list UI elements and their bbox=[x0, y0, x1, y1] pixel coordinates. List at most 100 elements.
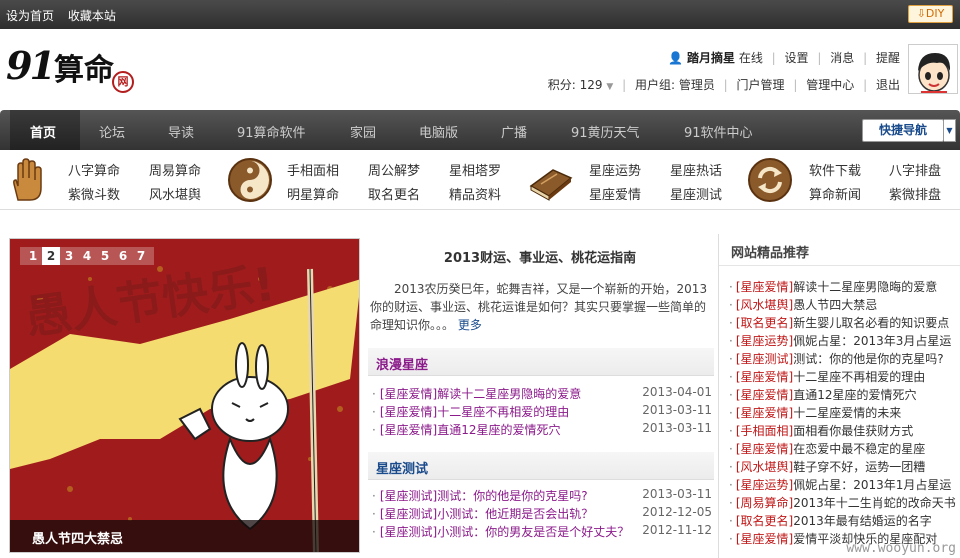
headline-title[interactable]: 2013财运、事业运、桃花运指南 bbox=[364, 247, 716, 266]
settings-link[interactable]: 设置 bbox=[785, 51, 809, 65]
list-item[interactable]: · [星座测试]小测试：你的男友是否是个好丈夫？ 2012-11-12 bbox=[372, 523, 712, 539]
recommend-text[interactable]: 佩妮占星：2013年1月占星运 bbox=[793, 478, 951, 492]
nav-pc-version[interactable]: 电脑版 bbox=[419, 122, 458, 141]
bookmark-link[interactable]: 收藏本站 bbox=[68, 9, 116, 23]
cat-star-love[interactable]: 星座爱情 bbox=[589, 184, 641, 203]
recommend-item[interactable]: · [星座爱情]十二星座爱情的未来 bbox=[729, 404, 960, 420]
cat-ziwei[interactable]: 紫微斗数 bbox=[68, 184, 120, 203]
slide-dot-3[interactable]: 3 bbox=[60, 247, 78, 265]
recommend-item[interactable]: · [星座爱情]直通12星座的爱情死穴 bbox=[729, 386, 960, 402]
slideshow[interactable]: 愚人节快乐! 1234567 愚人节四大禁忌 bbox=[9, 238, 360, 553]
recommend-item[interactable]: · [星座爱情]十二星座不再相爱的理由 bbox=[729, 368, 960, 384]
list-item[interactable]: · [星座爱情]直通12星座的爱情死穴 2013-03-11 bbox=[372, 421, 712, 437]
logout-link[interactable]: 退出 bbox=[876, 78, 900, 92]
recommend-text[interactable]: 2013年最有结婚运的名字 bbox=[793, 514, 932, 528]
slide-dot-2[interactable]: 2 bbox=[42, 247, 60, 265]
recommend-item[interactable]: · [星座运势]佩妮占星：2013年1月占星运 bbox=[729, 476, 960, 492]
slide-dot-1[interactable]: 1 bbox=[24, 247, 42, 265]
cat-resources[interactable]: 精品资料 bbox=[449, 184, 501, 203]
avatar[interactable] bbox=[908, 44, 958, 94]
cat-zhouyi[interactable]: 周易算命 bbox=[149, 160, 201, 179]
recommend-tag[interactable]: [手相面相] bbox=[736, 424, 793, 438]
recommend-tag[interactable]: [星座爱情] bbox=[736, 280, 793, 294]
quick-nav-button[interactable]: 快捷导航 bbox=[862, 119, 944, 142]
recommend-tag[interactable]: [星座爱情] bbox=[736, 406, 793, 420]
cat-fengshui[interactable]: 风水堪舆 bbox=[149, 184, 201, 203]
recommend-text[interactable]: 直通12星座的爱情死穴 bbox=[793, 388, 916, 402]
recommend-text[interactable]: 2013年十二生肖蛇的改命天书 bbox=[793, 496, 956, 510]
reminders-link[interactable]: 提醒 bbox=[876, 51, 900, 65]
cat-horoscope[interactable]: 星座运势 bbox=[589, 160, 641, 179]
nav-home[interactable]: 首页 bbox=[30, 122, 56, 141]
nav-broadcast[interactable]: 广播 bbox=[501, 122, 527, 141]
list-item[interactable]: · [星座测试]小测试：他近期是否会出轨？ 2012-12-05 bbox=[372, 505, 712, 521]
recommend-item[interactable]: · [星座爱情]解读十二星座男隐晦的爱意 bbox=[729, 278, 960, 294]
recommend-tag[interactable]: [星座运势] bbox=[736, 334, 793, 348]
recommend-text[interactable]: 愚人节四大禁忌 bbox=[793, 298, 877, 312]
recommend-item[interactable]: · [风水堪舆]鞋子穿不好，运势一团糟 bbox=[729, 458, 960, 474]
cat-tarot[interactable]: 星相塔罗 bbox=[449, 160, 501, 179]
recommend-tag[interactable]: [风水堪舆] bbox=[736, 298, 793, 312]
recommend-item[interactable]: · [周易算命]2013年十二生肖蛇的改命天书 bbox=[729, 494, 960, 510]
set-home-link[interactable]: 设为首页 bbox=[6, 9, 54, 23]
recommend-tag[interactable]: [取名更名] bbox=[736, 514, 793, 528]
recommend-text[interactable]: 在恋爱中最不稳定的星座 bbox=[793, 442, 925, 456]
user-group-link[interactable]: 用户组: 管理员 bbox=[635, 78, 715, 92]
slide-dot-6[interactable]: 6 bbox=[114, 247, 132, 265]
username-link[interactable]: 踏月摘星 bbox=[687, 51, 735, 65]
list-item-title[interactable]: [星座测试]小测试：你的男友是否是个好丈夫？ bbox=[380, 525, 629, 539]
points-dropdown[interactable]: 积分: 129 ▼ bbox=[548, 78, 614, 92]
recommend-item[interactable]: · [风水堪舆]愚人节四大禁忌 bbox=[729, 296, 960, 312]
recommend-text[interactable]: 面相看你最佳获财方式 bbox=[793, 424, 913, 438]
diy-button[interactable]: ⇩DIY bbox=[908, 5, 953, 23]
recommend-tag[interactable]: [星座运势] bbox=[736, 478, 793, 492]
more-link[interactable]: 更多 bbox=[458, 318, 482, 332]
cat-ziwei-chart[interactable]: 紫微排盘 bbox=[889, 184, 941, 203]
portal-admin-link[interactable]: 门户管理 bbox=[737, 78, 785, 92]
recommend-tag[interactable]: [星座爱情] bbox=[736, 370, 793, 384]
nav-guide[interactable]: 导读 bbox=[168, 122, 194, 141]
list-item-title[interactable]: [星座爱情]解读十二星座男隐晦的爱意 bbox=[380, 387, 581, 401]
recommend-tag[interactable]: [周易算命] bbox=[736, 496, 793, 510]
list-item-title[interactable]: [星座测试]小测试：他近期是否会出轨？ bbox=[380, 507, 593, 521]
section-romantic-header[interactable]: 浪漫星座 bbox=[368, 348, 714, 376]
site-logo[interactable]: 91 算命 网 bbox=[6, 43, 136, 93]
cat-star-test[interactable]: 星座测试 bbox=[670, 184, 722, 203]
recommend-text[interactable]: 鞋子穿不好，运势一团糟 bbox=[793, 460, 925, 474]
list-item[interactable]: · [星座爱情]解读十二星座男隐晦的爱意 2013-04-01 bbox=[372, 385, 712, 401]
cat-celebrity[interactable]: 明星算命 bbox=[287, 184, 339, 203]
list-item-title[interactable]: [星座爱情]直通12星座的爱情死穴 bbox=[380, 423, 561, 437]
recommend-text[interactable]: 十二星座不再相爱的理由 bbox=[793, 370, 925, 384]
slide-image[interactable]: 愚人节快乐! bbox=[10, 239, 360, 553]
recommend-tag[interactable]: [星座爱情] bbox=[736, 442, 793, 456]
list-item[interactable]: · [星座爱情]十二星座不再相爱的理由 2013-03-11 bbox=[372, 403, 712, 419]
recommend-text[interactable]: 新生婴儿取名必看的知识要点 bbox=[793, 316, 949, 330]
recommend-text[interactable]: 解读十二星座男隐晦的爱意 bbox=[793, 280, 937, 294]
slide-dot-4[interactable]: 4 bbox=[78, 247, 96, 265]
list-item-title[interactable]: [星座测试]测试：你的他是你的克星吗? bbox=[380, 489, 588, 503]
nav-home-space[interactable]: 家园 bbox=[350, 122, 376, 141]
recommend-item[interactable]: · [手相面相]面相看你最佳获财方式 bbox=[729, 422, 960, 438]
admin-center-link[interactable]: 管理中心 bbox=[806, 78, 854, 92]
recommend-item[interactable]: · [星座爱情]在恋爱中最不稳定的星座 bbox=[729, 440, 960, 456]
slide-dot-5[interactable]: 5 bbox=[96, 247, 114, 265]
messages-link[interactable]: 消息 bbox=[830, 51, 854, 65]
section-star-test-header[interactable]: 星座测试 bbox=[368, 452, 714, 480]
recommend-tag[interactable]: [风水堪舆] bbox=[736, 460, 793, 474]
recommend-tag[interactable]: [星座爱情] bbox=[736, 532, 793, 546]
recommend-tag[interactable]: [星座爱情] bbox=[736, 388, 793, 402]
nav-software-center[interactable]: 91软件中心 bbox=[684, 122, 753, 141]
recommend-item[interactable]: · [取名更名]2013年最有结婚运的名字 bbox=[729, 512, 960, 528]
recommend-item[interactable]: · [星座运势]佩妮占星：2013年3月占星运 bbox=[729, 332, 960, 348]
cat-dream[interactable]: 周公解梦 bbox=[368, 160, 420, 179]
cat-news[interactable]: 算命新闻 bbox=[809, 184, 861, 203]
recommend-tag[interactable]: [取名更名] bbox=[736, 316, 793, 330]
cat-naming[interactable]: 取名更名 bbox=[368, 184, 420, 203]
list-item[interactable]: · [星座测试]测试：你的他是你的克星吗? 2013-03-11 bbox=[372, 487, 712, 503]
cat-bazi[interactable]: 八字算命 bbox=[68, 160, 120, 179]
recommend-text[interactable]: 佩妮占星：2013年3月占星运 bbox=[793, 334, 951, 348]
slide-dot-7[interactable]: 7 bbox=[132, 247, 150, 265]
cat-palm-face[interactable]: 手相面相 bbox=[287, 160, 339, 179]
list-item-title[interactable]: [星座爱情]十二星座不再相爱的理由 bbox=[380, 405, 569, 419]
cat-download[interactable]: 软件下载 bbox=[809, 160, 861, 179]
